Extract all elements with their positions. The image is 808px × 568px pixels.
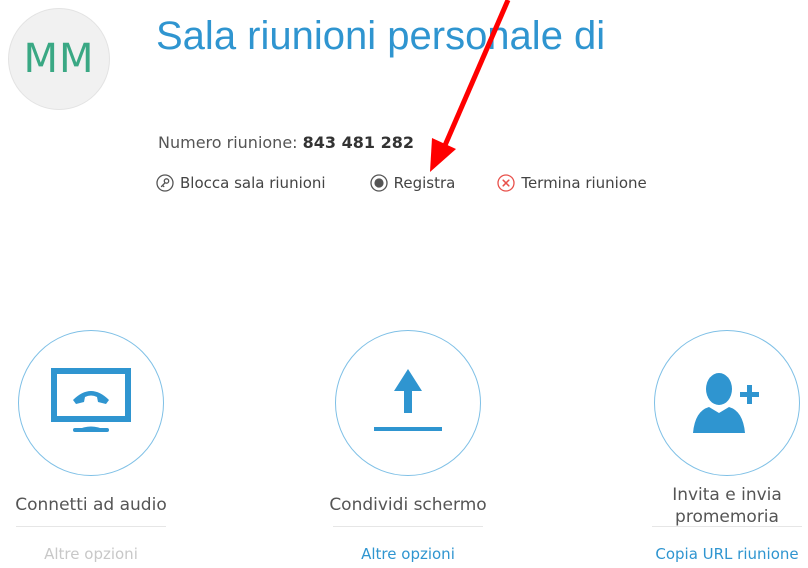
avatar-initials: MM — [23, 36, 95, 82]
close-circle-icon — [497, 174, 515, 192]
invite-label: Invita e invia promemoria — [647, 484, 807, 528]
share-screen-button[interactable] — [335, 330, 481, 476]
upload-arrow-icon — [374, 369, 442, 431]
record-button[interactable]: Registra — [369, 174, 456, 192]
divider — [333, 526, 483, 527]
add-person-icon — [693, 373, 759, 433]
key-icon — [156, 174, 174, 192]
annotation-arrow — [430, 0, 511, 172]
meeting-number-label: Numero riunione: — [158, 133, 298, 152]
connect-audio-tile: Connetti ad audio Altre opzioni — [11, 330, 171, 563]
record-label: Registra — [393, 174, 456, 192]
page-title: Sala riunioni personale di — [156, 14, 606, 58]
copy-meeting-url-link[interactable]: Copia URL riunione — [647, 545, 807, 563]
share-screen-label: Condividi schermo — [329, 495, 487, 515]
connect-audio-button[interactable] — [18, 330, 164, 476]
end-meeting-label: Termina riunione — [521, 174, 647, 192]
lock-room-label: Blocca sala riunioni — [180, 174, 326, 192]
share-more-options-link[interactable]: Altre opzioni — [328, 545, 488, 563]
meeting-number-value: 843 481 282 — [302, 133, 414, 152]
invite-tile: Invita e invia promemoria Copia URL riun… — [647, 330, 807, 563]
share-screen-tile: Condividi schermo Altre opzioni — [328, 330, 488, 563]
invite-label-line2: promemoria — [675, 507, 779, 527]
avatar: MM — [8, 8, 110, 110]
lock-room-button[interactable]: Blocca sala riunioni — [156, 174, 326, 192]
record-icon — [369, 174, 388, 192]
invite-button[interactable] — [654, 330, 800, 476]
monitor-phone-icon — [51, 368, 131, 432]
end-meeting-button[interactable]: Termina riunione — [497, 174, 647, 192]
divider — [16, 526, 166, 527]
invite-label-line1: Invita e invia — [672, 485, 782, 505]
audio-more-options-link: Altre opzioni — [44, 545, 138, 563]
meeting-number: Numero riunione: 843 481 282 — [158, 133, 414, 152]
meeting-actions: Blocca sala riunioni Registra Termina ri… — [156, 174, 647, 192]
connect-audio-label: Connetti ad audio — [15, 495, 167, 515]
divider — [652, 526, 802, 527]
